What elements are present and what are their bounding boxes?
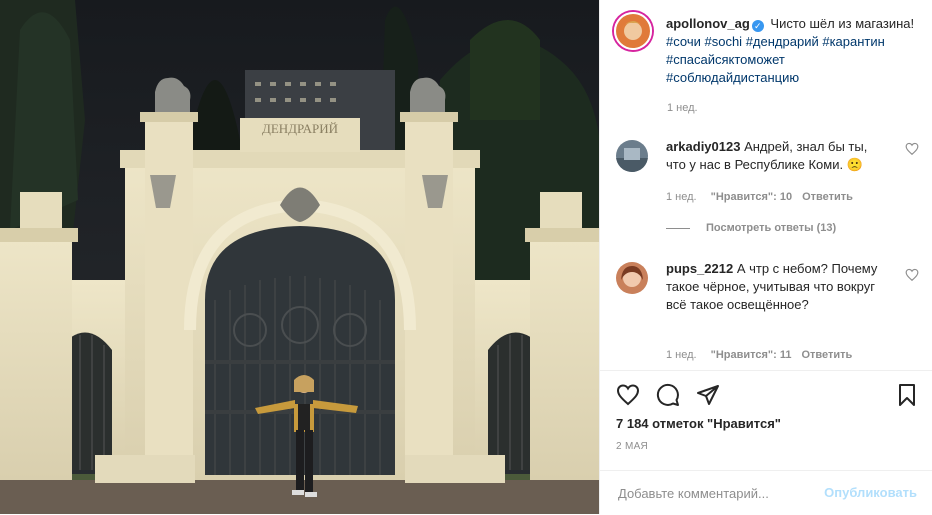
likes-count[interactable]: 7 184 отметок "Нравится" [616,416,781,431]
publish-button[interactable]: Опубликовать [824,485,917,500]
comment-username[interactable]: arkadiy0123 [666,139,740,154]
gate-sign: ДЕНДРАРИЙ [262,121,338,136]
share-icon[interactable] [696,383,720,407]
view-replies-button[interactable]: Посмотреть ответы (13) [666,222,836,234]
comment-input[interactable] [616,481,820,505]
hashtag[interactable]: #соблюдайдистанцию [666,70,799,85]
hashtag[interactable]: #карантин [822,34,884,49]
photo-illustration: ДЕНДРАРИЙ [0,0,599,514]
comment-time[interactable]: 1 нед. [666,349,697,361]
hashtag[interactable]: #спасайсяктоможет [666,52,785,67]
comment-likes[interactable]: "Нравится": 10 [711,191,792,203]
caption-body: Чисто шёл из магазина! [770,16,915,31]
comment-icon[interactable] [656,383,680,407]
add-comment-bar: Опубликовать [600,470,932,515]
verified-badge-icon: ✓ [751,20,764,32]
action-bar [600,370,932,406]
author-avatar[interactable] [614,12,652,50]
comment-text: pups_2212 А чтр с небом? Почему такое чё… [666,260,881,314]
comment-username[interactable]: pups_2212 [666,261,733,276]
reply-button[interactable]: Ответить [801,349,852,361]
hashtag[interactable]: #дендрарий [746,34,819,49]
commenter-avatar[interactable] [616,262,648,294]
comment-time[interactable]: 1 нед. [666,191,697,203]
hashtag[interactable]: #sochi [704,34,742,49]
view-replies-label: Посмотреть ответы (13) [706,222,837,234]
post-photo[interactable]: ДЕНДРАРИЙ [0,0,599,514]
comment-likes[interactable]: "Нравится": 11 [711,349,792,361]
post-time[interactable]: 1 нед. [667,102,698,114]
comment-meta: 1 нед. "Нравится": 11 Ответить [666,349,852,361]
commenter-avatar-image [616,140,648,172]
reply-button[interactable]: Ответить [802,191,853,203]
author-username[interactable]: apollonov_ag [666,16,750,31]
post-side-panel: apollonov_ag ✓ Чисто шёл из магазина! #со… [599,0,932,514]
comment-like-heart-icon[interactable] [905,142,919,156]
commenter-avatar[interactable] [616,140,648,172]
author-avatar-image [616,14,650,48]
comment-meta: 1 нед. "Нравится": 10 Ответить [666,191,853,203]
bookmark-icon[interactable] [895,383,919,407]
comment-text: arkadiy0123 Андрей, знал бы ты, что у на… [666,138,881,174]
view-replies-line [666,227,690,229]
caption-text: apollonov_ag ✓ Чисто шёл из магазина! #со… [666,15,916,87]
post-date: 2 МАЯ [616,441,649,452]
commenter-avatar-image [616,262,648,294]
heart-icon[interactable] [616,383,640,407]
comment-like-heart-icon[interactable] [905,268,919,282]
hashtag[interactable]: #сочи [666,34,701,49]
